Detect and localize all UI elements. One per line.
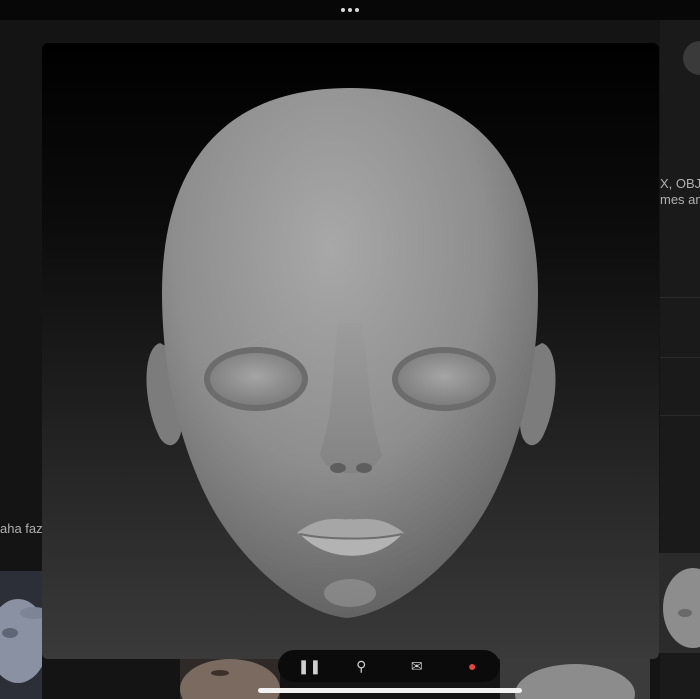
pause-icon[interactable]: ❚❚	[298, 658, 321, 674]
background-thumbnail[interactable]	[180, 659, 280, 699]
background-divider	[660, 415, 700, 416]
chat-icon[interactable]: ✉	[409, 658, 425, 674]
top-status-bar	[0, 0, 700, 20]
record-icon[interactable]: ●	[464, 658, 480, 674]
image-preview[interactable]	[42, 43, 659, 659]
background-text: mes an	[660, 192, 700, 207]
background-divider	[660, 297, 700, 298]
more-dots-icon[interactable]	[341, 8, 359, 12]
search-icon[interactable]: ⚲	[353, 658, 369, 674]
sculpted-head-image	[146, 88, 556, 618]
background-divider	[660, 357, 700, 358]
bottom-dock: ❚❚ ⚲ ✉ ●	[278, 650, 500, 682]
background-text: X, OBJ,	[660, 176, 700, 191]
background-thumbnail[interactable]	[0, 571, 42, 699]
background-thumbnail[interactable]	[659, 553, 700, 653]
home-indicator[interactable]	[258, 688, 522, 693]
background-text: aha faz	[0, 521, 43, 536]
background-thumbnail[interactable]	[500, 659, 650, 699]
